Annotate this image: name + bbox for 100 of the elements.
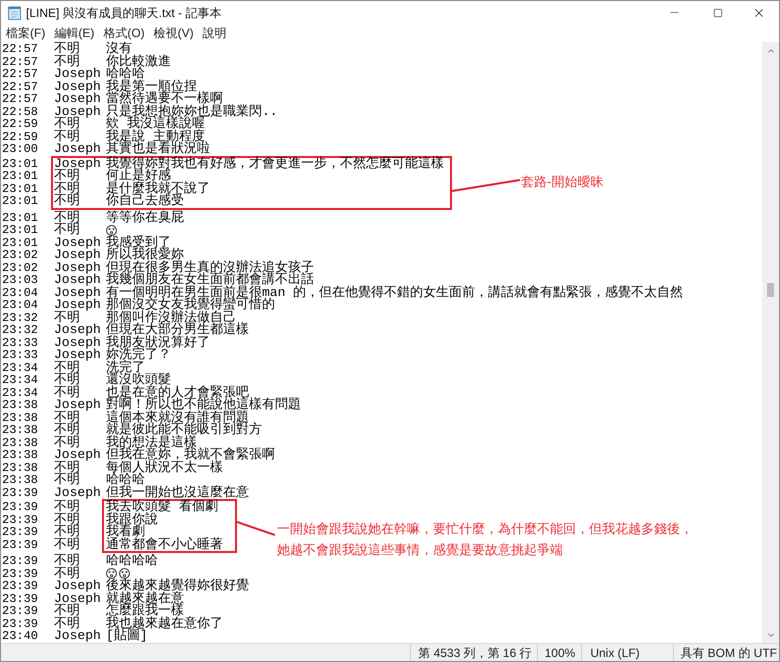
sender-name: 不明 bbox=[54, 538, 80, 551]
timestamp: 23:34 bbox=[2, 360, 38, 374]
sender-name: Joseph bbox=[54, 141, 101, 156]
message-text: 我看劇 bbox=[106, 526, 145, 538]
sender-name: Joseph bbox=[54, 322, 101, 337]
timestamp: 22:57 bbox=[2, 92, 38, 106]
sender-name: Joseph bbox=[54, 297, 101, 312]
message-text: 但現在很多男生真的沒辦法追女孩子 bbox=[106, 262, 314, 274]
message-text: 對啊！所以也不能說他這樣有問題 bbox=[106, 399, 301, 412]
message-text: 但我一開始也沒這麼在意 bbox=[106, 486, 249, 499]
sender-name: 不明 bbox=[54, 566, 80, 580]
sender-name: 不明 bbox=[54, 472, 80, 487]
timestamp: 23:39 bbox=[2, 592, 38, 606]
sender-name: Joseph bbox=[54, 156, 101, 170]
message-text: 還沒吹頭髮 bbox=[106, 374, 171, 386]
timestamp: 23:39 bbox=[2, 566, 38, 580]
message-text: 通常都會不小心睡著 bbox=[106, 538, 223, 551]
message-text: 哈哈哈 bbox=[106, 68, 145, 80]
sender-name: Joseph bbox=[54, 91, 101, 106]
menu-item[interactable]: 格式(O) bbox=[102, 25, 146, 41]
message-text: 後來越來越覺得妳很好覺 bbox=[106, 580, 249, 592]
sender-name: 不明 bbox=[54, 526, 80, 538]
sender-name: Joseph bbox=[54, 260, 101, 274]
menu-item[interactable]: 編輯(E) bbox=[53, 25, 96, 41]
sender-name: 不明 bbox=[54, 460, 80, 474]
timestamp: 23:39 bbox=[2, 538, 38, 552]
message-text: 欸 我沒這樣說喔 bbox=[106, 118, 205, 130]
message-text: 我覺得妳對我也有好感，才會更進一步，不然怎麼可能這樣 bbox=[106, 158, 444, 170]
timestamp: 23:01 bbox=[2, 156, 38, 170]
message-text: 我是第一順位捏 bbox=[106, 80, 197, 93]
timestamp: 23:38 bbox=[2, 410, 38, 424]
timestamp: 23:39 bbox=[2, 604, 38, 618]
message-text: 我也越來越在意你了 bbox=[106, 618, 223, 630]
menu-item[interactable]: 說明 bbox=[202, 25, 228, 41]
sender-name: 不明 bbox=[54, 603, 80, 618]
timestamp: 22:58 bbox=[2, 104, 38, 118]
timestamp: 23:33 bbox=[2, 336, 38, 350]
timestamp: 23:02 bbox=[2, 260, 38, 274]
sender-name: 不明 bbox=[54, 372, 80, 387]
timestamp: 23:39 bbox=[2, 486, 38, 500]
message-text: 每個人狀況不太一樣 bbox=[106, 462, 223, 474]
message-text: 妳洗完了？ bbox=[106, 349, 171, 362]
timestamp: 23:39 bbox=[2, 500, 38, 514]
sender-name: 不明 bbox=[54, 116, 80, 131]
timestamp: 22:57 bbox=[2, 67, 38, 81]
face-icon bbox=[106, 568, 117, 580]
timestamp: 23:34 bbox=[2, 373, 38, 387]
menu-item[interactable]: 檢視(V) bbox=[152, 25, 195, 41]
message-text: 哈哈哈哈 bbox=[106, 555, 158, 568]
maximize-icon bbox=[712, 8, 722, 18]
sender-name: Joseph bbox=[54, 578, 101, 593]
timestamp: 23:32 bbox=[2, 310, 38, 324]
timestamp: 23:32 bbox=[2, 323, 38, 337]
timestamp: 22:57 bbox=[2, 80, 38, 94]
face-icon bbox=[119, 568, 130, 580]
message-text: 就越來越在意 bbox=[106, 592, 184, 605]
message-text: 那個沒交女友我覺得蠻可惜的 bbox=[106, 299, 275, 312]
menu-item[interactable]: 檔案(F) bbox=[5, 25, 46, 41]
timestamp: 23:34 bbox=[2, 386, 38, 400]
timestamp: 23:38 bbox=[2, 423, 38, 437]
sender-name: Joseph bbox=[54, 234, 101, 250]
sender-name: 不明 bbox=[54, 553, 80, 568]
status-text: 第 4533 列，第 16 行 bbox=[418, 644, 532, 661]
timestamp: 23:39 bbox=[2, 579, 38, 593]
message-text: 我的想法是這樣 bbox=[106, 436, 197, 449]
window-title: [LINE] 與沒有成員的聊天.txt - 記事本 bbox=[26, 4, 222, 22]
sender-name: Joseph bbox=[54, 284, 101, 300]
message-text: 但我在意妳，我就不會緊張啊 bbox=[106, 449, 275, 462]
message-text: 所以我很愛妳 bbox=[106, 249, 184, 262]
sender-name: Joseph bbox=[54, 590, 101, 606]
sender-name: 不明 bbox=[54, 180, 80, 196]
status-text: Unix (LF) bbox=[590, 644, 640, 661]
sender-name: 不明 bbox=[54, 54, 80, 68]
timestamp: 23:00 bbox=[2, 142, 38, 156]
sender-name: Joseph bbox=[54, 247, 101, 262]
timestamp: 23:39 bbox=[2, 525, 38, 539]
timestamp: 23:33 bbox=[2, 348, 38, 362]
sender-name: 不明 bbox=[54, 193, 80, 208]
message-text: 我幾個朋友在女生面前都會講不出話 bbox=[106, 274, 314, 286]
message-text: 洗完了 bbox=[106, 362, 145, 374]
sender-name: Joseph bbox=[54, 347, 101, 362]
timestamp: 23:03 bbox=[2, 273, 38, 287]
sender-name: Joseph bbox=[54, 78, 101, 94]
timestamp: 22:57 bbox=[2, 54, 38, 68]
message-text: 但現在大部分男生都這樣 bbox=[106, 324, 249, 336]
status-text: 100% bbox=[544, 644, 576, 661]
message-text: 就是彼此能不能吸引到對方 bbox=[106, 424, 262, 436]
timestamp: 23:39 bbox=[2, 554, 38, 568]
scrollbar-thumb[interactable] bbox=[767, 283, 774, 297]
timestamp: 23:01 bbox=[2, 223, 38, 237]
sender-name: 不明 bbox=[54, 434, 80, 450]
status-text: 具有 BOM 的 UTF bbox=[680, 644, 777, 661]
message-text: 是什麼我就不說了 bbox=[106, 182, 210, 195]
message-text: 其實也是看狀況啦 bbox=[106, 143, 210, 156]
timestamp: 23:39 bbox=[2, 512, 38, 526]
message-text: [貼圖] bbox=[106, 630, 148, 642]
sender-name: Joseph bbox=[54, 397, 101, 412]
sender-name: 不明 bbox=[54, 514, 80, 526]
message-text: 等等你在臭屁 bbox=[106, 212, 184, 224]
message-text: 有一個明明在男生面前是很man 的，但在他覺得不錯的女生面前，講話就會有點緊張，感覺不太自然 bbox=[106, 286, 684, 299]
